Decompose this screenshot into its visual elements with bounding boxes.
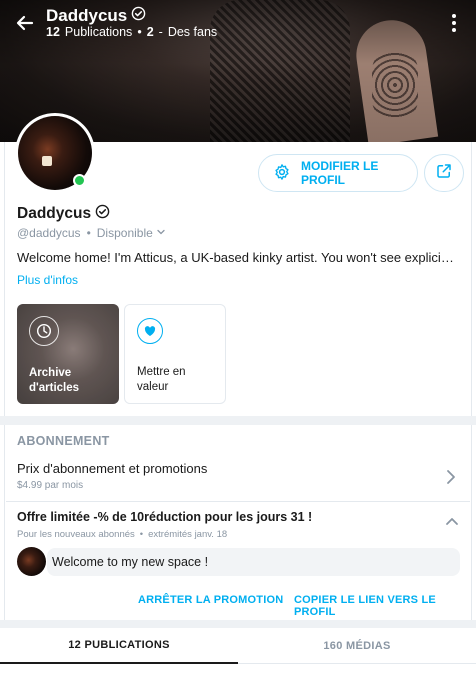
tab-publications[interactable]: 12 PUBLICATIONS <box>0 628 238 664</box>
fans-count: 2 <box>146 25 154 39</box>
subscription-price-title: Prix d'abonnement et promotions <box>17 461 208 476</box>
stats-dash: - <box>158 25 163 39</box>
availability-status: Disponible <box>96 226 153 240</box>
gear-icon <box>273 163 291 184</box>
online-status-dot <box>73 174 86 187</box>
fans-label: Des fans <box>167 25 218 39</box>
section-separator <box>0 620 476 628</box>
profile-handle: @daddycus <box>17 226 81 240</box>
verified-badge-icon <box>131 6 146 26</box>
handle-dot: • <box>86 226 91 240</box>
profile-bio: Welcome home! I'm Atticus, a UK-based ki… <box>17 250 457 265</box>
profile-name: Daddycus <box>17 204 110 224</box>
share-button[interactable] <box>424 154 464 192</box>
highlight-tile-label: Mettre en valeur <box>137 366 186 393</box>
section-separator <box>0 416 476 425</box>
publications-label: Publications <box>64 25 133 39</box>
share-icon <box>435 162 453 185</box>
copy-profile-link-button[interactable]: COPIER LE LIEN VERS LE PROFIL <box>294 594 476 618</box>
publications-count: 12 <box>46 25 60 39</box>
chevron-right-icon <box>444 468 458 486</box>
offer-expiry: extrémités janv. 18 <box>148 529 228 540</box>
stats-separator: • <box>137 25 142 39</box>
more-info-link[interactable]: Plus d'infos <box>17 273 78 287</box>
edit-profile-button[interactable]: MODIFIER LE PROFIL <box>258 154 418 192</box>
handle-row: @daddycus • Disponible <box>17 226 166 240</box>
availability-dropdown[interactable]: Disponible <box>97 226 166 240</box>
highlight-tile[interactable]: Mettre en valeur <box>124 304 226 404</box>
stop-promotion-button[interactable]: ARRÊTER LA PROMOTION <box>138 594 283 606</box>
chevron-up-icon[interactable] <box>444 514 460 528</box>
more-options-icon[interactable] <box>444 10 464 36</box>
subscription-price-row[interactable]: Prix d'abonnement et promotions $4.99 pa… <box>0 456 476 498</box>
top-bar: Daddycus 12 Publications • 2 - Des fans <box>0 0 476 50</box>
offer-details: Pour les nouveaux abonnés • extrémités j… <box>17 529 227 540</box>
back-arrow-icon[interactable] <box>12 10 38 36</box>
header-title: Daddycus <box>46 6 146 26</box>
edit-profile-label: MODIFIER LE PROFIL <box>301 159 379 187</box>
verified-badge-icon <box>95 204 110 224</box>
subscription-section-title: ABONNEMENT <box>17 434 110 448</box>
promo-message: Welcome to my new space ! <box>47 548 460 576</box>
clock-icon <box>29 316 59 346</box>
message-avatar <box>17 547 46 576</box>
offer-dot: • <box>139 529 144 540</box>
tab-media[interactable]: 160 MÉDIAS <box>238 628 476 664</box>
highlight-heart-icon <box>137 318 163 344</box>
card-border-left <box>4 142 5 628</box>
chevron-down-icon <box>156 226 166 240</box>
archive-tile[interactable]: Archive d'articles <box>17 304 119 404</box>
profile-name-text: Daddycus <box>17 205 92 222</box>
divider <box>6 501 470 502</box>
header-stats: 12 Publications • 2 - Des fans <box>46 25 217 39</box>
offer-title: Offre limitée -% de 10réduction pour les… <box>17 510 313 524</box>
offer-audience: Pour les nouveaux abonnés <box>17 529 135 540</box>
archive-tile-label: Archive d'articles <box>29 367 80 394</box>
header-display-name: Daddycus <box>46 6 128 25</box>
subscription-price-value: $4.99 par mois <box>17 480 84 491</box>
card-border-right <box>471 142 472 628</box>
